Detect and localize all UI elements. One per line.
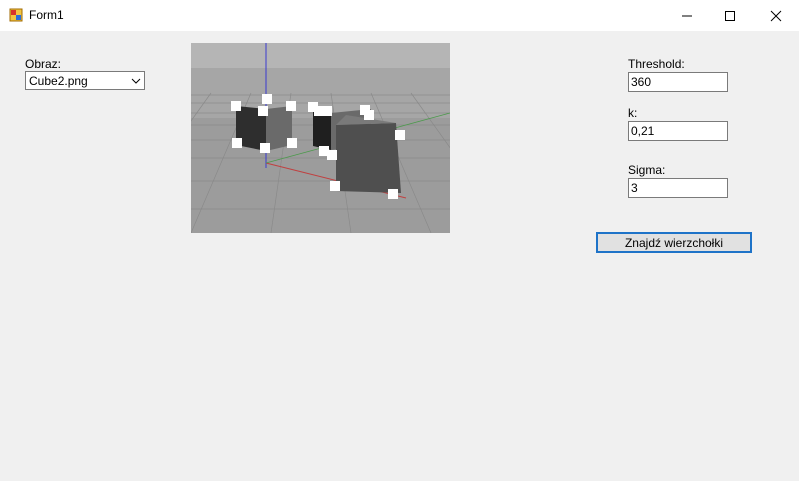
- threshold-label: Threshold:: [628, 57, 685, 71]
- window-title: Form1: [29, 8, 64, 22]
- threshold-input[interactable]: [628, 72, 728, 92]
- sigma-input[interactable]: [628, 178, 728, 198]
- find-corners-button[interactable]: Znajdź wierzchołki: [596, 232, 752, 253]
- image-select-value: Cube2.png: [29, 74, 88, 88]
- sigma-label: Sigma:: [628, 163, 666, 177]
- picture-box: [191, 43, 450, 233]
- image-label: Obraz:: [25, 57, 62, 71]
- k-label: k:: [628, 106, 638, 120]
- image-select[interactable]: Cube2.png: [25, 71, 145, 90]
- close-button[interactable]: [753, 0, 799, 31]
- maximize-icon: [725, 10, 735, 21]
- minimize-button[interactable]: [664, 0, 710, 31]
- title-bar: Form1: [0, 0, 799, 31]
- cube-right: [336, 115, 401, 193]
- app-form-icon: [9, 8, 23, 22]
- close-icon: [770, 10, 782, 21]
- chevron-down-icon: [131, 78, 141, 84]
- maximize-button[interactable]: [707, 0, 753, 31]
- minimize-icon: [682, 15, 692, 16]
- k-input[interactable]: [628, 121, 728, 141]
